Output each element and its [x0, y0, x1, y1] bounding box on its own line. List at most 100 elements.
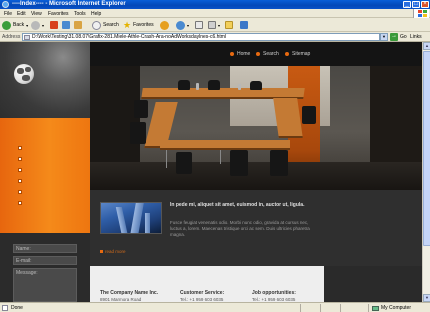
close-button[interactable]: × — [421, 1, 429, 8]
nav-bullet-6[interactable] — [18, 201, 22, 205]
nav-search[interactable]: Search — [256, 51, 279, 57]
my-computer-icon — [372, 305, 379, 311]
name-field[interactable]: Name: — [13, 244, 77, 253]
window-titlebar: ----Index---- - Microsoft Internet Explo… — [0, 0, 430, 9]
article-body: Fusce feugiat venenatis odio. Morbi nunc… — [170, 220, 310, 237]
star-icon: ★ — [123, 19, 132, 30]
back-label: Back — [13, 22, 25, 28]
logo-area — [0, 42, 90, 118]
status-text: Done — [11, 305, 23, 311]
menu-view[interactable]: View — [31, 11, 42, 17]
menu-bar: File Edit View Favorites Tools Help — [0, 9, 430, 18]
go-arrow-icon: → — [390, 33, 398, 41]
status-bar: Done My Computer — [0, 302, 430, 312]
scroll-up-button[interactable]: ▲ — [423, 42, 430, 50]
footer-company: The Company Name Inc. 8901 Marmora Road — [100, 290, 158, 302]
go-label: Go — [400, 34, 407, 40]
favorites-label: Favorites — [133, 22, 154, 28]
address-dropdown-button[interactable]: ▼ — [380, 33, 388, 41]
home-bullet-icon — [230, 52, 234, 56]
page-icon — [24, 35, 30, 40]
address-url: D:\Work\Testing\31.08.07\Grafix-281.Miel… — [32, 34, 227, 40]
read-more-link[interactable]: read more — [100, 249, 126, 254]
folder-button[interactable] — [225, 20, 233, 30]
nav-bullet-4[interactable] — [18, 179, 22, 183]
menu-favorites[interactable]: Favorites — [48, 11, 69, 17]
nav-bullet-3[interactable] — [18, 168, 22, 172]
forward-button[interactable]: ▾ — [31, 20, 44, 30]
maximize-button[interactable]: □ — [412, 1, 420, 8]
address-bar: Address D:\Work\Testing\31.08.07\Grafix-… — [0, 32, 430, 42]
ie-logo-icon — [2, 1, 9, 8]
media-icon — [160, 20, 169, 30]
skyscraper-thumbnail — [100, 202, 162, 234]
minimize-button[interactable]: _ — [403, 1, 411, 8]
address-input[interactable]: D:\Work\Testing\31.08.07\Grafix-281.Miel… — [22, 33, 380, 41]
history-button[interactable]: ▾ — [176, 20, 189, 30]
page-viewport: Name: E-mail: Message: Home Search Sitem… — [0, 42, 422, 302]
search-label: Search — [103, 22, 119, 28]
search-button[interactable]: Search — [92, 20, 119, 30]
back-button[interactable]: Back ▾ — [2, 20, 28, 30]
refresh-button[interactable] — [62, 20, 70, 30]
stop-icon — [50, 21, 58, 29]
messenger-button[interactable] — [240, 20, 248, 30]
nav-bullet-1[interactable] — [18, 146, 22, 150]
vertical-scrollbar[interactable]: ▲ ▼ — [422, 42, 430, 302]
conference-room-photo — [90, 66, 422, 190]
print-button[interactable]: ▾ — [208, 20, 220, 30]
nav-sitemap-label: Sitemap — [292, 51, 311, 57]
scrollbar-thumb[interactable] — [423, 51, 430, 246]
nav-bullet-2[interactable] — [18, 157, 22, 161]
globe-logo-icon[interactable] — [14, 64, 34, 84]
forward-arrow-icon — [31, 20, 40, 30]
article-title: In pede mi, aliquet sit amet, euismod in… — [170, 202, 305, 208]
article-section: In pede mi, aliquet sit amet, euismod in… — [90, 190, 422, 262]
footer-jobs-heading: Job opportunities: — [252, 290, 296, 296]
nav-sitemap[interactable]: Sitemap — [285, 51, 310, 57]
footer-company-heading: The Company Name Inc. — [100, 290, 159, 296]
nav-home-label: Home — [237, 51, 251, 57]
nav-bullet-5[interactable] — [18, 190, 22, 194]
email-field[interactable]: E-mail: — [13, 256, 77, 265]
menu-tools[interactable]: Tools — [74, 11, 86, 17]
home-icon — [74, 21, 82, 29]
sitemap-bullet-icon — [285, 52, 289, 56]
message-field[interactable]: Message: — [13, 268, 77, 302]
menu-edit[interactable]: Edit — [17, 11, 26, 17]
menu-help[interactable]: Help — [91, 11, 101, 17]
menu-file[interactable]: File — [4, 11, 12, 17]
folder-icon — [225, 21, 233, 29]
home-button[interactable] — [74, 20, 82, 30]
window-title: ----Index---- - Microsoft Internet Explo… — [12, 1, 126, 7]
footer-customer-service: Customer Service: Tel.: +1 959 603 6035 — [180, 290, 224, 302]
footer-info: The Company Name Inc. 8901 Marmora Road … — [90, 266, 324, 302]
mail-icon — [195, 21, 203, 29]
back-arrow-icon — [2, 20, 11, 30]
print-icon — [208, 21, 216, 29]
search-icon — [92, 20, 101, 30]
footer-dark-panel — [324, 266, 422, 302]
nav-home[interactable]: Home — [230, 51, 250, 57]
search-bullet-icon — [256, 52, 260, 56]
top-navigation: Home Search Sitemap — [90, 42, 422, 66]
address-label: Address — [2, 34, 21, 40]
read-more-label: read more — [105, 249, 126, 254]
favorites-button[interactable]: ★ Favorites — [123, 20, 154, 30]
links-button[interactable]: Links — [410, 34, 422, 40]
messenger-icon — [240, 21, 248, 29]
scroll-down-button[interactable]: ▼ — [423, 294, 430, 302]
done-page-icon — [2, 305, 8, 311]
footer-jobs: Job opportunities: Tel.: +1 959 603 6035 — [252, 290, 296, 302]
windows-logo-icon — [413, 9, 429, 18]
read-more-bullet-icon — [100, 250, 103, 253]
media-button[interactable] — [160, 20, 169, 30]
go-button[interactable]: → Go — [390, 33, 407, 41]
zone-label: My Computer — [381, 305, 412, 311]
history-icon — [176, 20, 185, 30]
refresh-icon — [62, 21, 70, 29]
left-column: Name: E-mail: Message: — [0, 42, 90, 302]
stop-button[interactable] — [50, 20, 58, 30]
orange-nav-panel — [0, 118, 90, 233]
mail-button[interactable] — [195, 20, 203, 30]
